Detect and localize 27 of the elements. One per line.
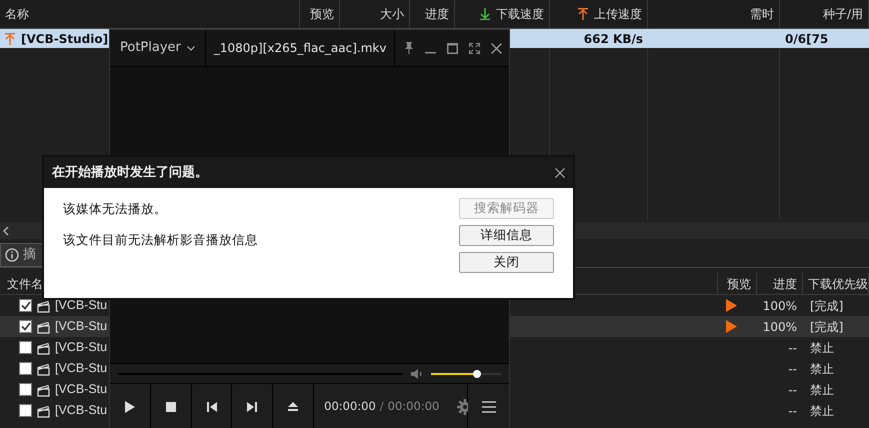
file-progress: -- bbox=[787, 360, 798, 378]
file-priority: 禁止 bbox=[809, 402, 835, 420]
file-progress: -- bbox=[787, 340, 798, 356]
torrent-name: [VCB-Studio] bbox=[21, 30, 108, 48]
file-name: [VCB-Stu bbox=[55, 360, 108, 378]
file-progress: 100% bbox=[762, 298, 798, 314]
file-priority: 禁止 bbox=[809, 340, 835, 356]
file-priority: [完成] bbox=[809, 318, 844, 336]
file-name: [VCB-Stu bbox=[55, 381, 108, 398]
dialog-message: 该媒体无法播放。 bbox=[63, 200, 168, 218]
file-name: [VCB-Stu bbox=[55, 297, 108, 314]
file-name: [VCB-Stu bbox=[55, 318, 108, 336]
total-time: 00:00:00 bbox=[388, 398, 440, 416]
file-progress: -- bbox=[787, 382, 798, 398]
file-progress: -- bbox=[787, 402, 798, 420]
seeds-count: 0/6[75 bbox=[784, 30, 830, 48]
file-priority: 禁止 bbox=[809, 382, 835, 398]
dialog-title: 在开始播放时发生了问题。 bbox=[52, 164, 208, 182]
current-time: 00:00:00 bbox=[324, 398, 376, 416]
file-priority: 禁止 bbox=[809, 360, 835, 378]
upload-speed: 662 KB/s bbox=[582, 30, 644, 48]
dialog-message: 该文件目前无法解析影音播放信息 bbox=[63, 230, 258, 249]
file-name: [VCB-Stu bbox=[55, 339, 108, 356]
file-priority: [完成] bbox=[809, 298, 844, 314]
file-name: [VCB-Stu bbox=[55, 402, 108, 420]
file-progress: 100% bbox=[762, 318, 798, 336]
time-separator: / bbox=[380, 398, 384, 416]
